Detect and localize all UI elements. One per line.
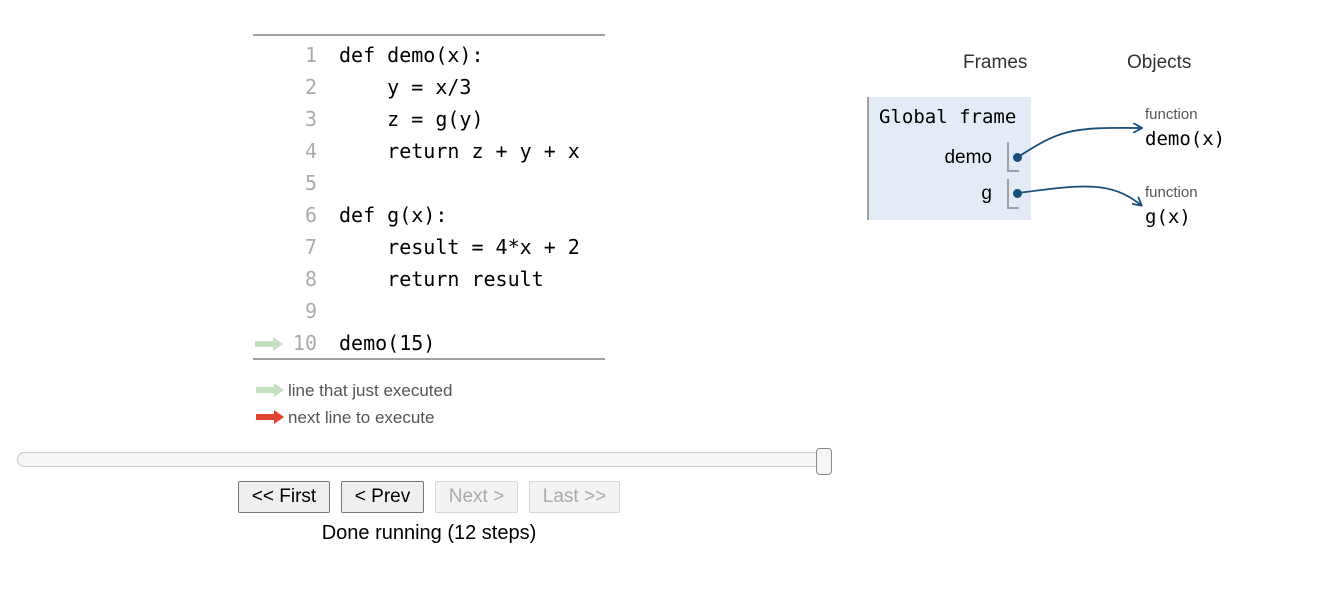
line-number: 10 [292, 331, 317, 355]
pointer-dot [1013, 153, 1022, 162]
step-slider-handle[interactable] [816, 448, 832, 475]
global-frame-title: Global frame [879, 106, 1017, 128]
line-number: 4 [304, 139, 317, 163]
executed-arrow-icon [256, 383, 284, 397]
code-text: def g(x): [339, 203, 448, 227]
code-line: 2 y = x/3 [253, 71, 605, 103]
first-button[interactable]: << First [238, 481, 330, 513]
code-text: return z + y + x [339, 139, 580, 163]
next-button[interactable]: Next > [435, 481, 518, 513]
code-text: z = g(y) [339, 107, 484, 131]
line-number: 7 [304, 235, 317, 259]
pointer-arrow-g [1017, 185, 1141, 205]
line-number: 1 [304, 43, 317, 67]
object-value: demo(x) [1145, 128, 1226, 150]
var-name-g: g [981, 183, 992, 204]
line-number: 2 [304, 75, 317, 99]
line-number: 9 [304, 299, 317, 323]
executed-arrow-icon [255, 337, 283, 351]
legend-executed-label: line that just executed [288, 381, 453, 400]
code-line-current: 10 demo(15) [253, 327, 605, 359]
code-line: 1 def demo(x): [253, 39, 605, 71]
code-text: result = 4*x + 2 [339, 235, 580, 259]
frames-header: Frames [963, 52, 1028, 73]
line-number: 8 [304, 267, 317, 291]
line-number: 6 [304, 203, 317, 227]
code-line: 4 return z + y + x [253, 135, 605, 167]
object-type: function [1145, 184, 1198, 201]
last-button[interactable]: Last >> [529, 481, 620, 513]
pointer-dot [1013, 189, 1022, 198]
code-text: y = x/3 [339, 75, 472, 99]
code-line: 5 [253, 167, 605, 199]
objects-header: Objects [1127, 52, 1192, 73]
code-text: def demo(x): [339, 43, 484, 67]
status-text: Done running (12 steps) [321, 522, 537, 544]
code-text: return result [339, 267, 544, 291]
code-text: demo(15) [339, 331, 436, 355]
global-frame: Global frame demo g [867, 97, 1031, 220]
object-value: g(x) [1145, 206, 1191, 228]
pointer-arrow-demo [1017, 128, 1141, 158]
object-type: function [1145, 106, 1198, 123]
prev-button[interactable]: < Prev [341, 481, 424, 513]
legend-next-label: next line to execute [288, 408, 435, 427]
next-arrow-icon [256, 410, 284, 424]
code-line: 7 result = 4*x + 2 [253, 231, 605, 263]
var-name-demo: demo [944, 147, 992, 168]
step-slider-track[interactable] [17, 452, 831, 467]
code-line: 9 [253, 295, 605, 327]
code-line: 6 def g(x): [253, 199, 605, 231]
line-number: 3 [304, 107, 317, 131]
code-line: 8 return result [253, 263, 605, 295]
pointer-arrows [1017, 0, 1321, 607]
code-panel: 1 def demo(x): 2 y = x/3 3 z = g(y) 4 re… [253, 34, 605, 360]
line-number: 5 [304, 171, 317, 195]
code-line: 3 z = g(y) [253, 103, 605, 135]
